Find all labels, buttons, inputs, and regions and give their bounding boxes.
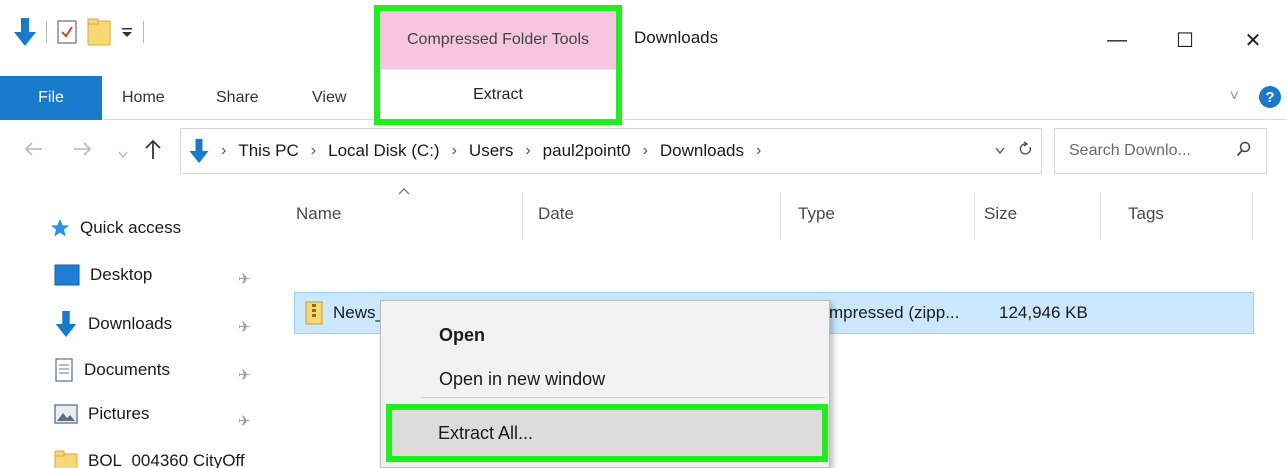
expand-ribbon-button[interactable]: ˅ bbox=[1230, 88, 1239, 106]
nav-item-label: BOL_004360 CityOff bbox=[88, 451, 245, 468]
up-arrow-icon[interactable] bbox=[144, 138, 162, 166]
toolbar-separator bbox=[46, 21, 47, 43]
search-box[interactable]: Search Downlo... bbox=[1054, 128, 1267, 174]
quick-access-toolbar bbox=[14, 14, 144, 50]
breadcrumb-separator: › bbox=[642, 142, 648, 159]
menu-separator bbox=[421, 397, 825, 398]
nav-item-label: Pictures bbox=[88, 404, 150, 423]
folder-icon bbox=[54, 450, 78, 468]
column-header-tags[interactable]: Tags bbox=[1128, 204, 1164, 224]
ribbon-tabs: File Home Share View ˅ ? bbox=[0, 72, 1287, 120]
compressed-folder-tools-header: Compressed Folder Tools bbox=[380, 11, 616, 69]
help-icon[interactable]: ? bbox=[1259, 86, 1281, 108]
column-header-type[interactable]: Type bbox=[798, 204, 835, 224]
nav-item-downloads[interactable]: Downloads bbox=[54, 310, 172, 338]
nav-item-pictures[interactable]: Pictures bbox=[54, 404, 149, 424]
nav-item-quick-access[interactable]: Quick access bbox=[50, 218, 181, 238]
column-header-size[interactable]: Size bbox=[984, 204, 1017, 224]
properties-icon[interactable] bbox=[57, 20, 77, 44]
breadcrumb-user-folder[interactable]: paul2point0 bbox=[543, 141, 631, 161]
maximize-button[interactable]: ☐ bbox=[1151, 18, 1219, 62]
tab-extract[interactable]: Extract bbox=[380, 69, 616, 119]
window-controls: — ☐ ✕ bbox=[1083, 18, 1287, 62]
column-divider[interactable] bbox=[780, 192, 781, 240]
tab-home[interactable]: Home bbox=[122, 76, 165, 120]
breadcrumb-separator: › bbox=[221, 142, 227, 159]
breadcrumb-downloads[interactable]: Downloads bbox=[660, 141, 744, 161]
search-icon[interactable] bbox=[1236, 141, 1252, 162]
column-divider[interactable] bbox=[522, 192, 523, 240]
nav-item-label: Documents bbox=[84, 360, 170, 379]
address-bar[interactable]: › This PC › Local Disk (C:) › Users › pa… bbox=[180, 128, 1042, 174]
nav-item-desktop[interactable]: Desktop bbox=[54, 264, 152, 286]
recent-locations-chevron-icon[interactable] bbox=[118, 142, 128, 165]
ribbon-right-controls: ˅ ? bbox=[1230, 86, 1281, 108]
desktop-icon bbox=[54, 264, 80, 286]
compressed-folder-tools-highlight: Compressed Folder Tools Extract bbox=[374, 5, 622, 125]
file-size: 124,946 KB bbox=[999, 303, 1088, 322]
breadcrumb-separator: › bbox=[451, 142, 457, 159]
search-input[interactable]: Search Downlo... bbox=[1069, 142, 1191, 160]
nav-item-label: Downloads bbox=[88, 314, 173, 333]
back-arrow-icon[interactable] bbox=[24, 140, 44, 163]
nav-item-label: Quick access bbox=[80, 218, 182, 237]
title-bar: Downloads — ☐ ✕ bbox=[0, 0, 1287, 72]
forward-arrow-icon[interactable] bbox=[72, 140, 92, 163]
downloads-location-icon bbox=[189, 138, 209, 164]
breadcrumb-separator: › bbox=[310, 142, 317, 159]
window-title: Downloads bbox=[634, 28, 719, 47]
breadcrumb-separator: › bbox=[756, 142, 762, 159]
pin-icon[interactable]: ✈ bbox=[238, 270, 251, 288]
breadcrumb-separator: › bbox=[525, 142, 531, 159]
navigation-bar: › This PC › Local Disk (C:) › Users › pa… bbox=[0, 120, 1287, 182]
pin-icon[interactable]: ✈ bbox=[238, 412, 251, 430]
pictures-icon bbox=[54, 404, 78, 424]
customize-toolbar-icon[interactable] bbox=[121, 25, 133, 39]
toolbar-separator bbox=[143, 21, 144, 43]
pin-icon[interactable]: ✈ bbox=[238, 366, 251, 384]
column-divider[interactable] bbox=[974, 192, 975, 240]
tab-view[interactable]: View bbox=[312, 76, 346, 120]
new-folder-icon[interactable] bbox=[87, 18, 111, 46]
breadcrumb-users[interactable]: Users bbox=[469, 141, 513, 161]
close-button[interactable]: ✕ bbox=[1219, 18, 1287, 62]
column-header-name[interactable]: Name bbox=[296, 204, 341, 224]
column-divider[interactable] bbox=[1252, 192, 1253, 240]
zip-folder-icon bbox=[305, 301, 323, 325]
column-divider[interactable] bbox=[1100, 192, 1101, 240]
breadcrumb-local-disk[interactable]: Local Disk (C:) bbox=[328, 141, 439, 161]
download-arrow-icon bbox=[54, 310, 78, 338]
address-history-chevron-icon[interactable] bbox=[995, 142, 1005, 160]
menu-item-open-new-window[interactable]: Open in new window bbox=[439, 369, 605, 390]
nav-item-documents[interactable]: Documents bbox=[54, 358, 170, 382]
menu-item-extract-all[interactable]: Extract All... bbox=[392, 410, 822, 456]
file-type: mpressed (zipp... bbox=[829, 303, 960, 322]
refresh-icon[interactable] bbox=[1019, 140, 1033, 162]
nav-item-label: Desktop bbox=[90, 265, 153, 284]
file-name: News_ bbox=[333, 303, 385, 322]
breadcrumb-this-pc[interactable]: This PC bbox=[238, 141, 298, 161]
pin-icon[interactable]: ✈ bbox=[238, 318, 251, 336]
address-bar-controls bbox=[995, 129, 1033, 173]
column-header-date[interactable]: Date bbox=[538, 204, 574, 224]
tab-file[interactable]: File bbox=[0, 76, 102, 120]
minimize-button[interactable]: — bbox=[1083, 18, 1151, 62]
extract-all-highlight: Extract All... bbox=[386, 404, 828, 462]
documents-icon bbox=[54, 358, 74, 382]
download-arrow-icon[interactable] bbox=[14, 17, 36, 47]
star-icon bbox=[50, 218, 70, 238]
sort-ascending-icon bbox=[398, 182, 410, 198]
tab-share[interactable]: Share bbox=[216, 76, 259, 120]
navigation-pane: Quick access Desktop ✈ Downloads ✈ Docum… bbox=[0, 182, 270, 468]
nav-item-bol-folder[interactable]: BOL_004360 CityOff bbox=[54, 450, 245, 468]
menu-item-open[interactable]: Open bbox=[439, 325, 485, 346]
